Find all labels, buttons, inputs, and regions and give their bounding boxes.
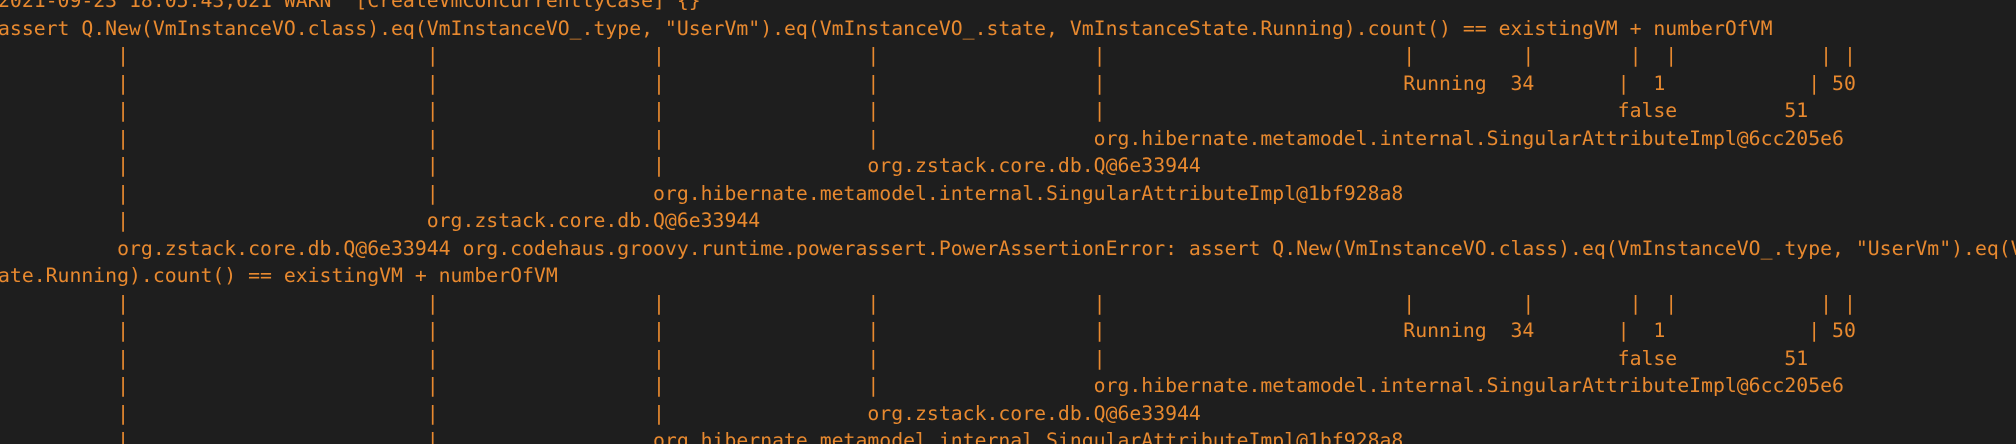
log-line: 2021-09-23 18:05:43,621 WARN [CreateVmCo… (0, 0, 701, 12)
log-line: | | | | org.hibernate.metamodel.internal… (0, 126, 1844, 150)
log-line: | | | | | | | | | | | (0, 291, 1856, 315)
terminal-output: 2021-09-23 18:05:43,621 WARN [CreateVmCo… (0, 0, 2016, 444)
log-line: | | | org.zstack.core.db.Q@6e33944 (0, 154, 1201, 177)
log-line: | | | | org.hibernate.metamodel.internal… (0, 374, 1844, 397)
log-line: | | | | | false 51 (0, 99, 1809, 122)
log-line: org.zstack.core.db.Q@6e33944 org.codehau… (0, 236, 2016, 260)
log-line: | | org.hibernate.metamodel.internal.Sin… (0, 429, 1404, 444)
log-line: | | | | | Running 34 | 1 | 50 (0, 319, 1856, 342)
log-line: | | | | | | | | | | | (0, 44, 1856, 67)
log-line: | | | | | false 51 (0, 346, 1809, 370)
log-line: | org.zstack.core.db.Q@6e33944 (0, 209, 761, 232)
log-line: assert Q.New(VmInstanceVO.class).eq(VmIn… (0, 16, 1773, 40)
log-line: | | | org.zstack.core.db.Q@6e33944 (0, 401, 1201, 425)
log-line: | | org.hibernate.metamodel.internal.Sin… (0, 181, 1404, 205)
log-line: ate.Running).count() == existingVM + num… (0, 264, 558, 287)
log-line: | | | | | Running 34 | 1 | 50 (0, 71, 1856, 95)
